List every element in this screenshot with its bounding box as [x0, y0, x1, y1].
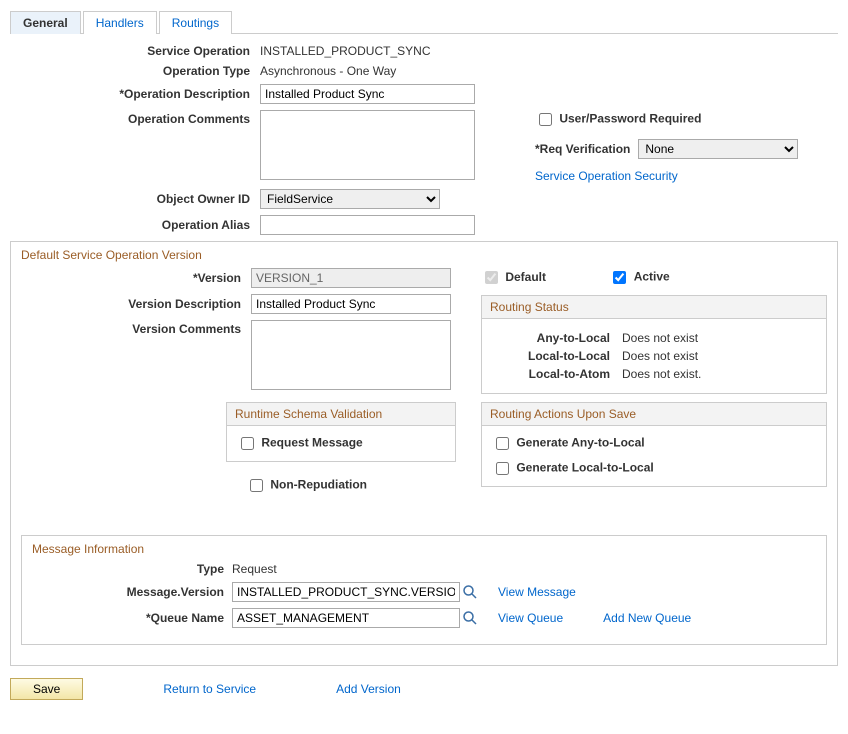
generate-any-to-local-label: Generate Any-to-Local: [516, 436, 644, 450]
view-queue-link[interactable]: View Queue: [498, 611, 563, 625]
tab-general[interactable]: General: [10, 11, 81, 34]
routing-status-box: Routing Status Any-to-Local Does not exi…: [481, 295, 827, 394]
runtime-schema-title: Runtime Schema Validation: [227, 403, 455, 426]
req-verification-label: *Req Verification: [535, 142, 630, 156]
tab-routings[interactable]: Routings: [159, 11, 232, 34]
lookup-icon[interactable]: [462, 584, 478, 600]
request-message-checkbox[interactable]: [241, 437, 254, 450]
default-version-title: Default Service Operation Version: [21, 248, 827, 262]
local-to-atom-label: Local-to-Atom: [492, 367, 622, 381]
version-input: [251, 268, 451, 288]
queue-name-input[interactable]: [232, 608, 460, 628]
message-version-input[interactable]: [232, 582, 460, 602]
default-checkbox: [485, 271, 498, 284]
add-version-link[interactable]: Add Version: [336, 682, 401, 696]
lookup-icon[interactable]: [462, 610, 478, 626]
queue-name-label: *Queue Name: [32, 611, 232, 625]
active-checkbox[interactable]: [613, 271, 626, 284]
user-password-required-checkbox[interactable]: [539, 113, 552, 126]
message-information-title: Message Information: [32, 542, 816, 556]
operation-description-label: *Operation Description: [10, 87, 260, 101]
any-to-local-label: Any-to-Local: [492, 331, 622, 345]
default-version-group: Default Service Operation Version *Versi…: [10, 241, 838, 666]
msg-type-value: Request: [232, 562, 277, 576]
non-repudiation-checkbox[interactable]: [250, 479, 263, 492]
local-to-atom-value: Does not exist.: [622, 367, 701, 381]
version-description-label: Version Description: [21, 297, 251, 311]
local-to-local-value: Does not exist: [622, 349, 698, 363]
routing-status-title: Routing Status: [482, 296, 826, 319]
routing-actions-title: Routing Actions Upon Save: [482, 403, 826, 426]
generate-local-to-local-checkbox[interactable]: [496, 462, 509, 475]
request-message-label: Request Message: [261, 436, 362, 450]
message-version-label: Message.Version: [32, 585, 232, 599]
non-repudiation-label: Non-Repudiation: [270, 478, 367, 492]
message-information-group: Message Information Type Request Message…: [21, 535, 827, 645]
operation-alias-label: Operation Alias: [10, 218, 260, 232]
generate-local-to-local-label: Generate Local-to-Local: [516, 461, 653, 475]
default-checkbox-label: Default: [505, 270, 546, 284]
operation-comments-textarea[interactable]: [260, 110, 475, 180]
version-label: *Version: [21, 271, 251, 285]
view-message-link[interactable]: View Message: [498, 585, 576, 599]
save-button[interactable]: Save: [10, 678, 83, 700]
user-password-required-label: User/Password Required: [559, 112, 701, 126]
return-to-service-link[interactable]: Return to Service: [163, 682, 256, 696]
object-owner-id-select[interactable]: FieldService: [260, 189, 440, 209]
req-verification-select[interactable]: None: [638, 139, 798, 159]
operation-type-label: Operation Type: [10, 64, 260, 78]
msg-type-label: Type: [32, 562, 232, 576]
generate-any-to-local-checkbox[interactable]: [496, 437, 509, 450]
operation-comments-label: Operation Comments: [10, 110, 260, 126]
tab-handlers[interactable]: Handlers: [83, 11, 157, 34]
object-owner-id-label: Object Owner ID: [10, 192, 260, 206]
routing-actions-box: Routing Actions Upon Save Generate Any-t…: [481, 402, 827, 487]
service-operation-label: Service Operation: [10, 44, 260, 58]
runtime-schema-box: Runtime Schema Validation Request Messag…: [226, 402, 456, 462]
service-operation-value: INSTALLED_PRODUCT_SYNC: [260, 44, 430, 58]
add-new-queue-link[interactable]: Add New Queue: [603, 611, 691, 625]
operation-alias-input[interactable]: [260, 215, 475, 235]
operation-type-value: Asynchronous - One Way: [260, 64, 396, 78]
service-operation-security-link[interactable]: Service Operation Security: [535, 169, 678, 183]
version-description-input[interactable]: [251, 294, 451, 314]
local-to-local-label: Local-to-Local: [492, 349, 622, 363]
version-comments-textarea[interactable]: [251, 320, 451, 390]
operation-description-input[interactable]: [260, 84, 475, 104]
version-comments-label: Version Comments: [21, 320, 251, 336]
tab-bar: General Handlers Routings: [10, 10, 838, 34]
active-checkbox-label: Active: [634, 270, 670, 284]
any-to-local-value: Does not exist: [622, 331, 698, 345]
